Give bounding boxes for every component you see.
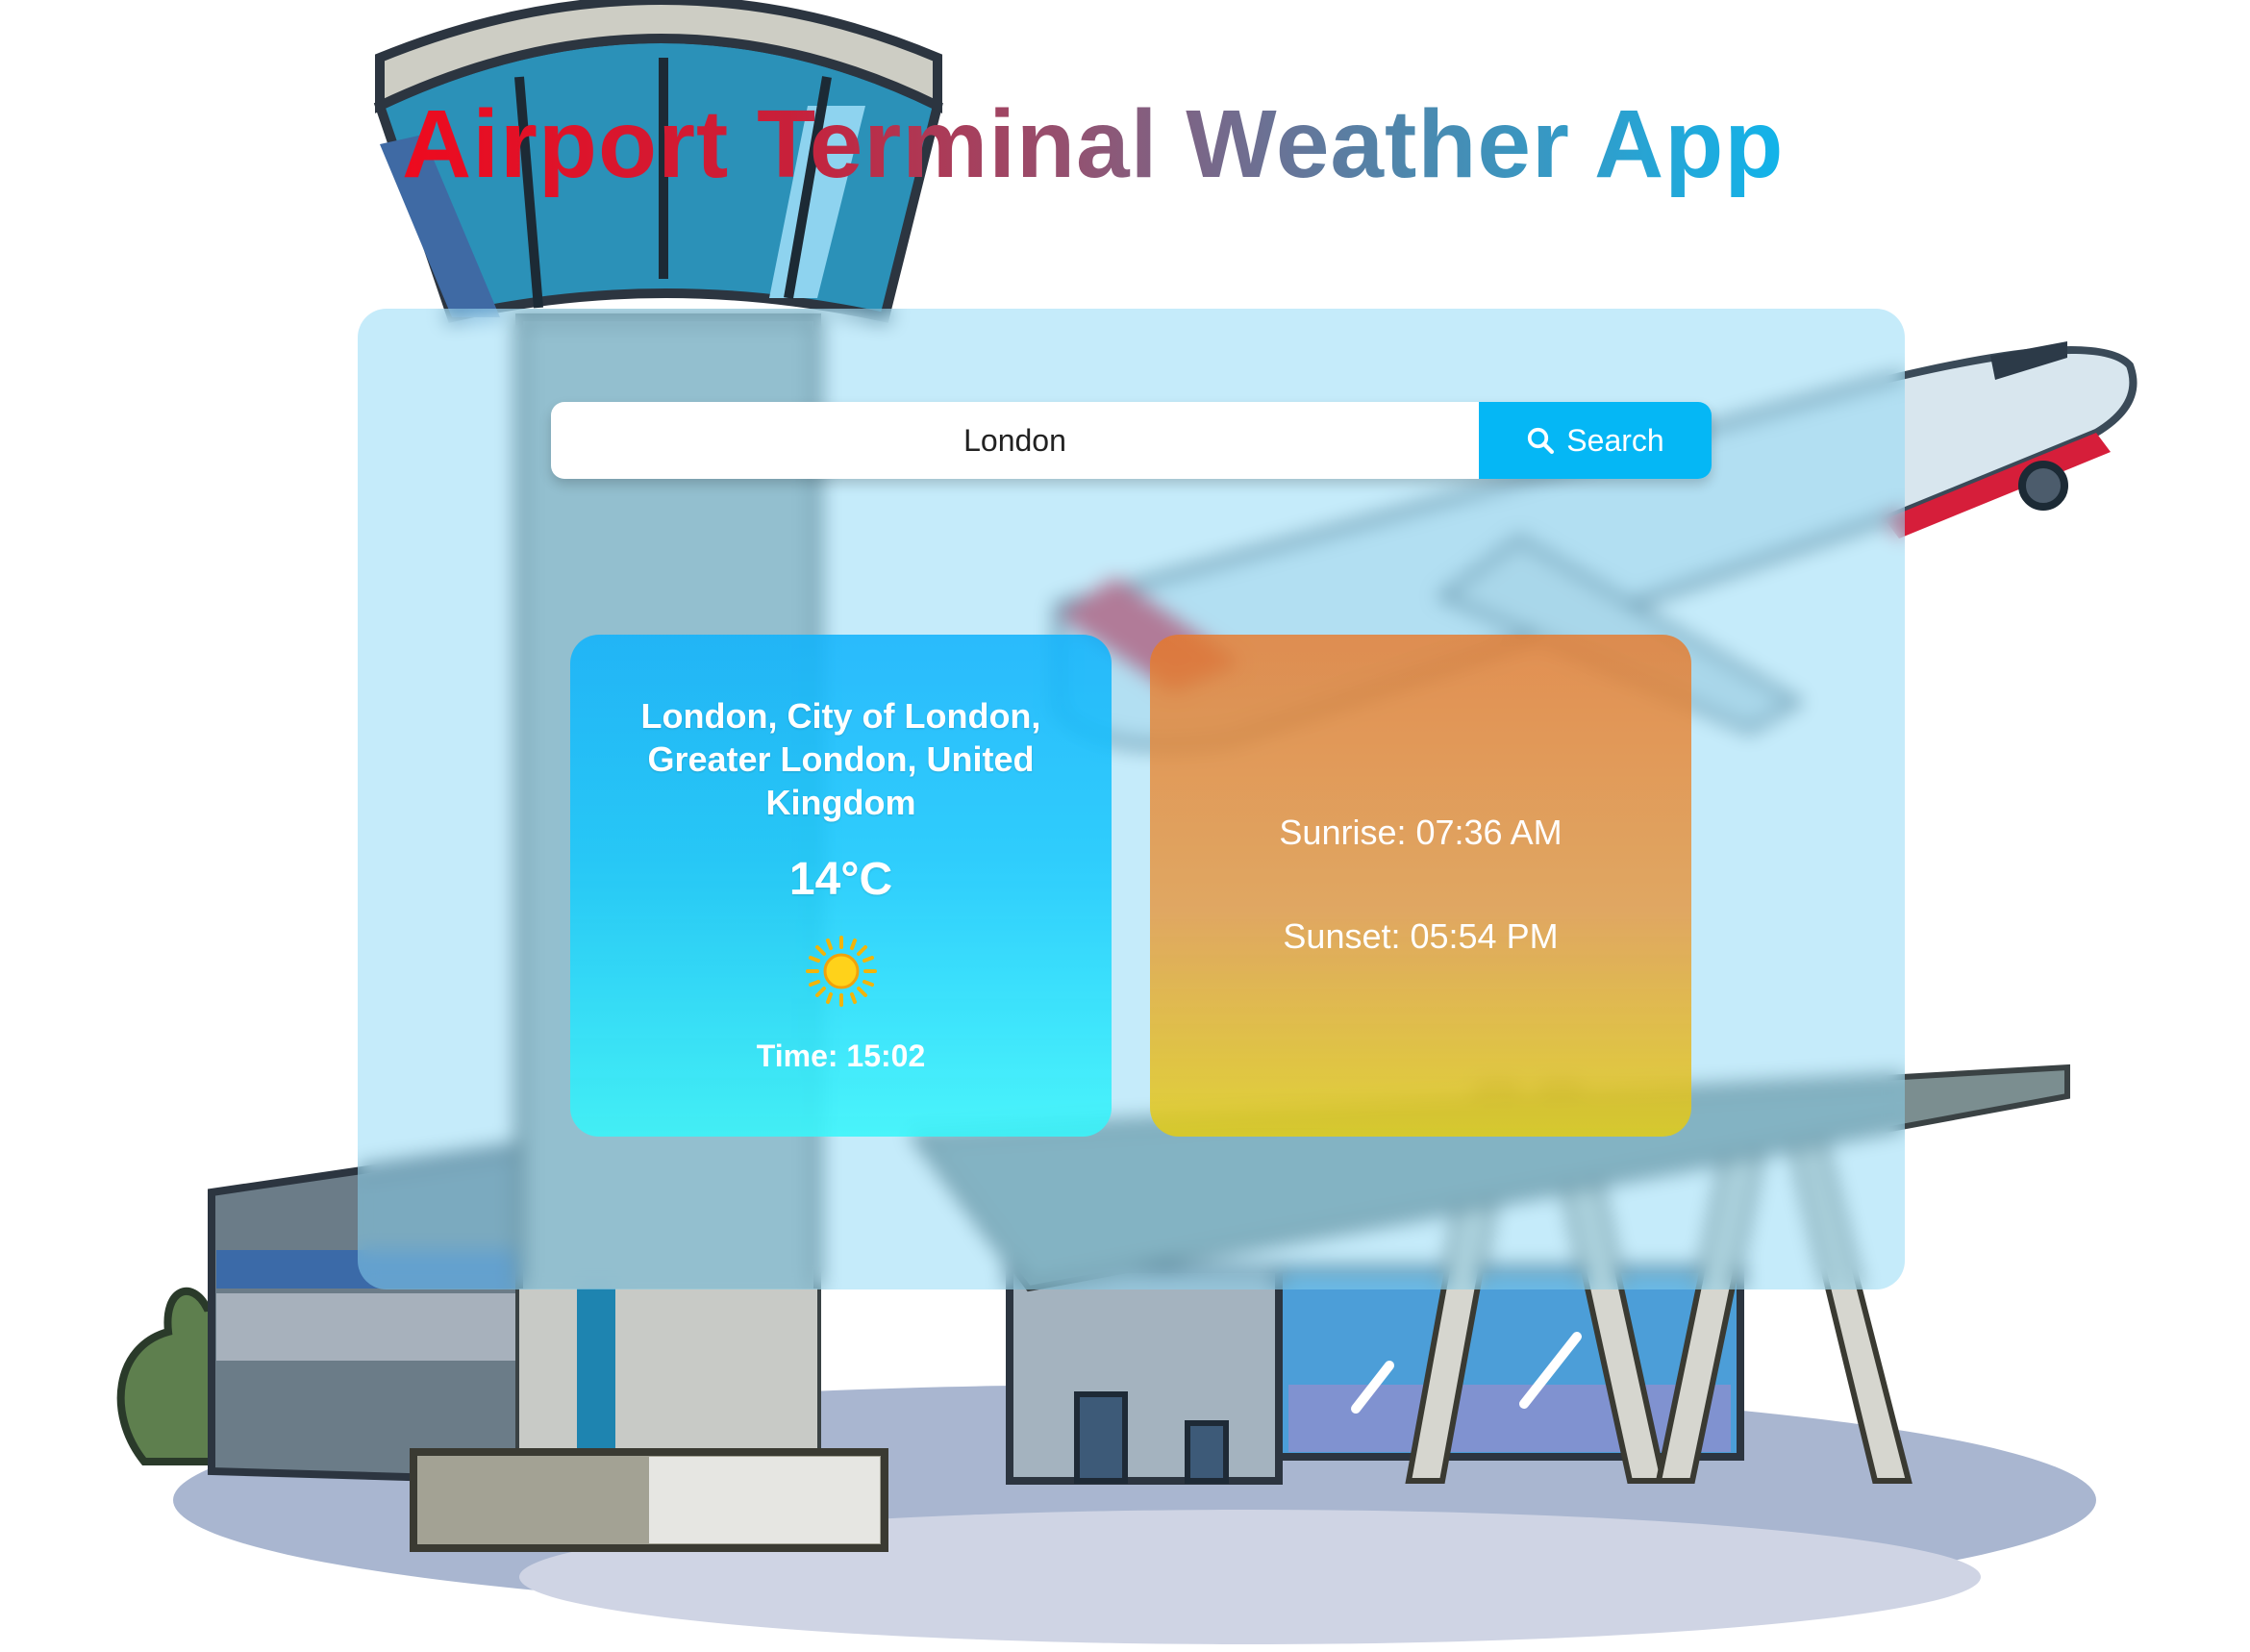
- weather-card: London, City of London, Greater London, …: [570, 635, 1112, 1137]
- app-title: Airport Terminal Weather App: [402, 87, 1784, 202]
- sunset-time: Sunset: 05:54 PM: [1283, 916, 1559, 956]
- sun-icon: [806, 936, 877, 1007]
- search-button-label: Search: [1566, 422, 1664, 458]
- sunrise-time: Sunrise: 07:36 AM: [1279, 813, 1562, 852]
- location-name: London, City of London, Greater London, …: [640, 696, 1041, 822]
- local-time: Time: 15:02: [756, 1039, 926, 1073]
- search-button[interactable]: Search: [1479, 402, 1712, 479]
- app-root: Airport Terminal Weather App Search Lond…: [0, 0, 2250, 1652]
- search-icon: [1526, 426, 1555, 455]
- sun-times-card: Sunrise: 07:36 AM Sunset: 05:54 PM: [1150, 635, 1691, 1137]
- search-bar: Search: [551, 402, 1712, 479]
- temperature: 14°C: [788, 854, 893, 905]
- search-input[interactable]: [551, 402, 1479, 479]
